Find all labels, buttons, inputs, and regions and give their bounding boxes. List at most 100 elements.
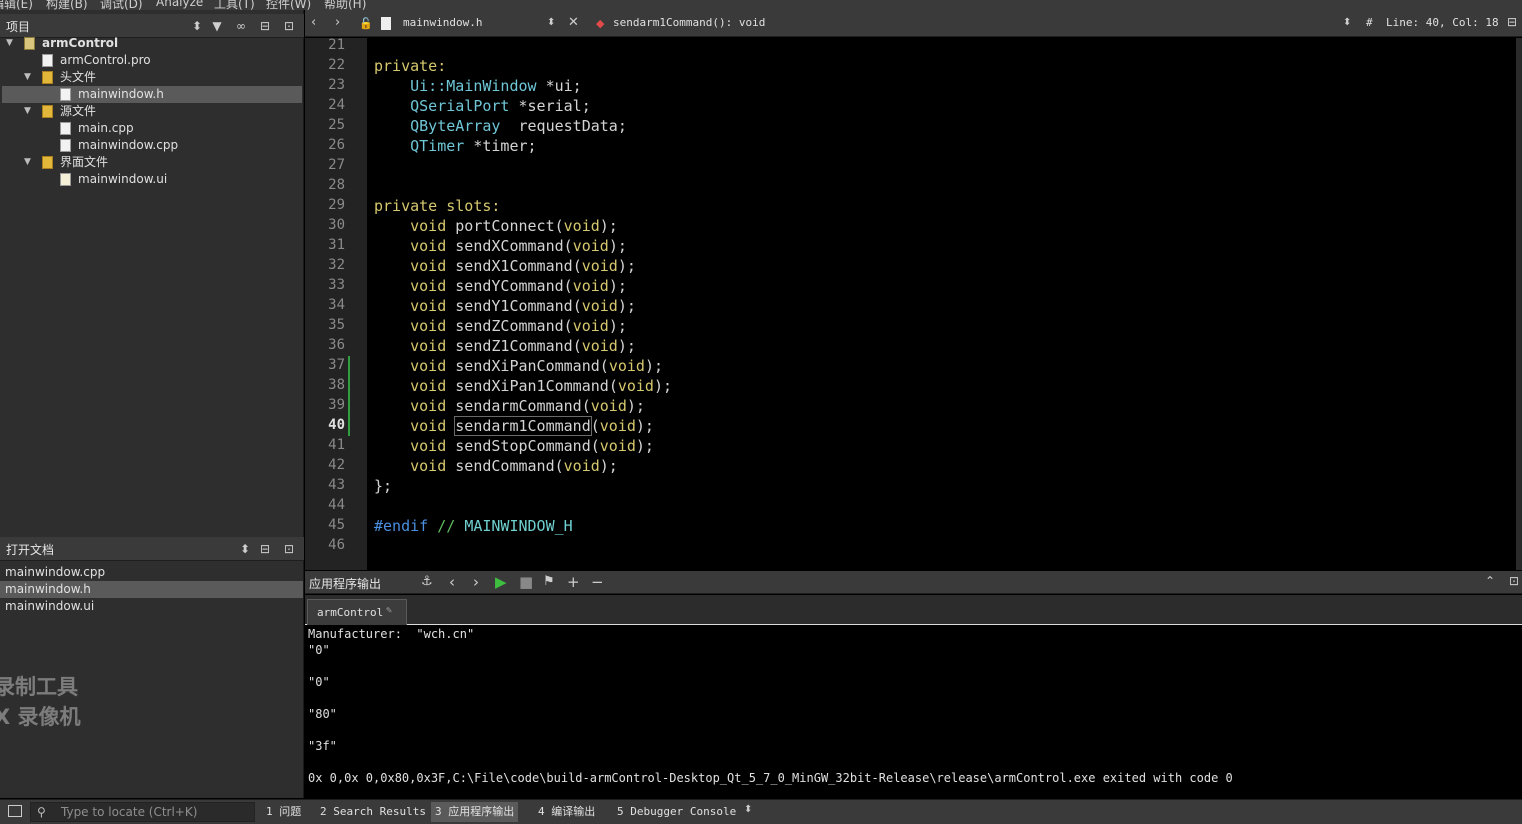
current-file-selector[interactable]: mainwindow.h — [403, 16, 482, 29]
editor-scrollbar[interactable] — [1516, 38, 1522, 570]
close-tab-icon[interactable]: ✎ — [386, 605, 392, 616]
pane-tab[interactable]: 5 Debugger Console — [613, 802, 740, 822]
code-token: QTimer — [410, 137, 465, 155]
code-line[interactable]: void sendCommand(void); — [374, 457, 618, 475]
recorder-watermark: 录制工具 X 录像机 — [0, 672, 81, 732]
tree-item[interactable]: mainwindow.cpp — [2, 137, 302, 154]
code-line[interactable]: void portConnect(void); — [374, 217, 618, 235]
zoom-out-icon[interactable]: − — [591, 573, 604, 591]
link-icon[interactable]: ∞ — [232, 17, 250, 35]
code-editor[interactable]: 21 22 23 24 25 26 27 28 29 30 31 32 33 34 35 36 37 38 39 40… — [305, 38, 1517, 570]
code-line[interactable]: void sendZCommand(void); — [374, 317, 627, 335]
run-icon[interactable]: ▶ — [495, 573, 507, 591]
code-line[interactable]: void sendXiPanCommand(void); — [374, 357, 663, 375]
open-doc-item[interactable]: mainwindow.ui — [0, 598, 303, 615]
pane-tab[interactable]: 4 编译输出 — [534, 802, 599, 822]
cursor-position[interactable]: Line: 40, Col: 18 — [1386, 16, 1499, 29]
lock-icon[interactable]: 🔓 — [359, 17, 373, 30]
tree-item[interactable]: armControl.pro — [2, 52, 302, 69]
next-icon[interactable]: › — [473, 573, 479, 591]
code-line[interactable]: void sendarm1Command(void); — [374, 416, 654, 436]
close-panel-icon[interactable]: ⊡ — [280, 540, 298, 558]
split-icon[interactable]: ⊟ — [1507, 15, 1517, 29]
code-token: ( — [572, 257, 582, 275]
pane-tab[interactable]: 2 Search Results — [316, 802, 430, 822]
code-line[interactable]: private: — [374, 57, 446, 75]
code-line[interactable]: Ui::MainWindow *ui; — [374, 77, 582, 95]
code-line[interactable]: void sendXCommand(void); — [374, 237, 627, 255]
code-line[interactable]: void sendZ1Command(void); — [374, 337, 636, 355]
code-token: sendYCommand — [446, 277, 564, 295]
stop-icon[interactable]: ■ — [519, 573, 533, 591]
application-output[interactable]: Manufacturer: "wch.cn" "0" "0" "80" "3f" 0x 0… — [305, 626, 1515, 798]
code-line[interactable]: void sendY1Command(void); — [374, 297, 636, 315]
tree-item[interactable]: mainwindow.h — [2, 86, 302, 103]
change-marker — [348, 356, 350, 436]
code-line[interactable]: void sendYCommand(void); — [374, 277, 627, 295]
tree-item[interactable]: mainwindow.ui — [2, 171, 302, 188]
code-token: ); — [599, 457, 618, 475]
code-line[interactable]: private slots: — [374, 197, 500, 215]
code-line[interactable]: QTimer *timer; — [374, 137, 536, 155]
maximize-icon[interactable]: ⌃ — [1485, 574, 1495, 588]
code-token: ); — [617, 257, 636, 275]
pane-tab[interactable]: 1 问题 — [262, 802, 305, 822]
tab-armcontrol[interactable]: armControl ✎ — [307, 599, 407, 625]
open-doc-item[interactable]: mainwindow.h — [0, 581, 303, 598]
chevron-updown-icon[interactable]: ⬍ — [744, 804, 752, 815]
code-line[interactable]: void sendXiPan1Command(void); — [374, 377, 672, 395]
chevron-updown-icon[interactable]: ⬍ — [547, 17, 555, 28]
expand-arrow-icon[interactable]: ▼ — [24, 154, 36, 171]
tree-item[interactable]: main.cpp — [2, 120, 302, 137]
split-icon[interactable]: ⊟ — [256, 17, 274, 35]
code-line[interactable]: #endif // MAINWINDOW_H — [374, 517, 573, 535]
expand-arrow-icon[interactable]: ▼ — [24, 69, 36, 86]
view-select-icon[interactable]: ⬍ — [236, 540, 254, 558]
tree-item[interactable]: ▼ 头文件 — [2, 69, 302, 86]
menu-help[interactable]: 帮助(H) — [324, 0, 366, 10]
menu-widgets[interactable]: 控件(W) — [266, 0, 311, 10]
open-doc-item[interactable]: mainwindow.cpp — [0, 564, 303, 581]
view-select-icon[interactable]: ⬍ — [188, 17, 206, 35]
code-line[interactable]: }; — [374, 477, 392, 495]
tree-item[interactable]: ▼ 界面文件 — [2, 154, 302, 171]
forward-icon[interactable]: › — [335, 15, 340, 30]
code-token: void — [572, 317, 609, 335]
attach-icon[interactable]: ⚓ — [421, 574, 433, 589]
pane-tab[interactable]: 3 应用程序输出 — [431, 802, 519, 822]
menu-analyze[interactable]: Analyze — [156, 0, 203, 9]
close-panel-icon[interactable]: ⊡ — [280, 17, 298, 35]
filter-icon[interactable]: ▼ — [208, 17, 226, 35]
toggle-sidebar-icon[interactable] — [8, 805, 22, 817]
encoding-hash[interactable]: # — [1366, 16, 1373, 29]
code-line[interactable]: void sendStopCommand(void); — [374, 437, 654, 455]
zoom-in-icon[interactable]: + — [567, 573, 580, 591]
chevron-updown-icon[interactable]: ⬍ — [1343, 17, 1351, 28]
code-line[interactable]: void sendarmCommand(void); — [374, 397, 645, 415]
close-pane-icon[interactable]: ⊡ — [1509, 574, 1519, 588]
debug-icon[interactable]: ⚑ — [543, 574, 555, 589]
watermark-line: 录制工具 — [0, 675, 78, 699]
line-number: 46 — [328, 537, 345, 553]
tree-item[interactable]: ▼ armControl — [2, 35, 302, 52]
previous-icon[interactable]: ‹ — [449, 573, 455, 591]
back-icon[interactable]: ‹ — [311, 15, 316, 30]
line-number: 45 — [328, 517, 345, 533]
menu-build[interactable]: 构建(B) — [46, 0, 88, 10]
split-icon[interactable]: ⊟ — [256, 540, 274, 558]
code-line[interactable]: void sendX1Command(void); — [374, 257, 636, 275]
locator-input[interactable]: ⚲ Type to locate (Ctrl+K) — [30, 802, 255, 822]
code-token: Ui::MainWindow — [410, 77, 537, 95]
menu-tools[interactable]: 工具(T) — [214, 0, 255, 10]
tree-item[interactable]: ▼ 源文件 — [2, 103, 302, 120]
expand-arrow-icon[interactable]: ▼ — [6, 35, 18, 52]
menu-edit[interactable]: 编辑(E) — [0, 0, 33, 10]
code-line[interactable]: QByteArray requestData; — [374, 117, 627, 135]
expand-arrow-icon[interactable]: ▼ — [24, 103, 36, 120]
close-file-icon[interactable]: ✕ — [568, 15, 579, 30]
symbol-selector[interactable]: sendarm1Command(): void — [613, 16, 765, 29]
code-token: sendStopCommand — [446, 437, 591, 455]
code-line[interactable]: QSerialPort *serial; — [374, 97, 591, 115]
menu-debug[interactable]: 调试(D) — [100, 0, 143, 10]
